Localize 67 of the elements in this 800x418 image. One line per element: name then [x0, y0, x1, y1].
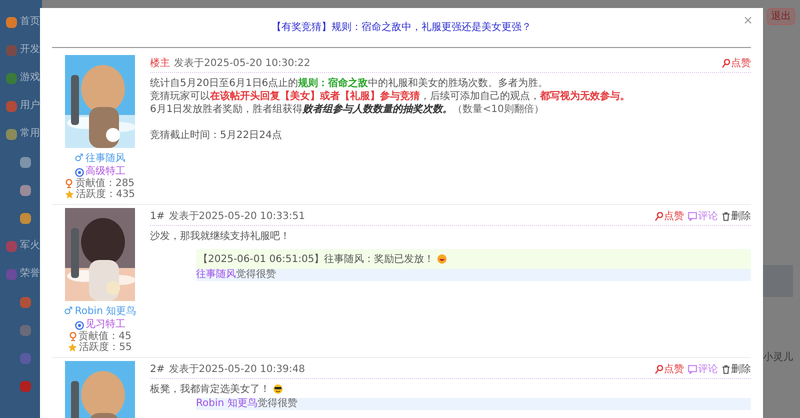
menu-item[interactable]: 游戏 [20, 73, 40, 83]
contribution-stat: 贡献值：45 [78, 331, 132, 342]
menu-icon[interactable] [6, 44, 17, 56]
like-button[interactable]: 点赞 [655, 212, 684, 222]
delete-button[interactable]: 删除 [722, 364, 751, 374]
menu-item[interactable]: 军火 [20, 241, 40, 251]
menu-item[interactable]: 首页 [20, 17, 40, 27]
comment-icon [688, 212, 697, 221]
menu-icon[interactable] [6, 240, 17, 252]
post-text: 板凳，我都肯定选美女了！ [150, 384, 283, 395]
post-date: 发表于2025-05-20 10:30:22 [174, 56, 310, 71]
comment-icon [688, 365, 697, 374]
trash-icon [722, 212, 730, 221]
liked-by-text: Robin 知更鸟觉得很赞 [196, 399, 298, 409]
menu-icon[interactable] [6, 100, 17, 112]
menu-icon[interactable] [6, 128, 17, 140]
like-button[interactable]: 点赞 [655, 364, 684, 374]
user-name: 小灵儿 [763, 350, 793, 365]
menu-icon[interactable] [20, 156, 31, 168]
liked-by-text: 往事随风觉得很赞 [196, 270, 276, 280]
user-rank: 高级特工 [86, 166, 126, 178]
menu-icon[interactable] [20, 324, 31, 336]
user-name[interactable]: Robin 知更鸟 [74, 305, 136, 318]
dialog-title: 【有奖竞猜】规则：宿命之敌中，礼服更强还是美女更强？ [272, 20, 532, 35]
menu-icon[interactable] [20, 212, 31, 224]
close-button[interactable]: × [742, 14, 753, 26]
deadline-text: 竞猜截止时间：5月22日24点 [150, 129, 283, 142]
delete-button[interactable]: 删除 [722, 212, 751, 222]
user-rank: 见习特工 [86, 319, 126, 330]
post-text: 竞猜玩家可以在该帖开头回复【美女】或者【礼服】参与竞猜，后续可添加自己的观点，都写视为无效参与。 [150, 91, 630, 102]
menu-item[interactable]: 开发 [20, 45, 40, 55]
menu-icon[interactable] [20, 184, 31, 196]
menu-icon[interactable] [20, 380, 31, 392]
background-panel [763, 265, 793, 297]
star-icon [64, 190, 74, 199]
menu-icon[interactable] [6, 268, 17, 280]
menu-item[interactable]: 荣誉 [20, 269, 40, 279]
floor-label: 楼主 [150, 56, 170, 71]
like-button[interactable]: 点赞 [722, 58, 751, 68]
menu-icon[interactable] [6, 72, 17, 84]
menu-icon[interactable] [20, 296, 31, 308]
star-icon [68, 343, 78, 352]
post-date: 发表于2025-05-20 10:39:48 [168, 362, 305, 377]
trash-icon [722, 365, 730, 374]
activity-stat: 活跃度：55 [79, 342, 132, 353]
gender-symbol: ♂ [64, 305, 73, 318]
menu-icon[interactable] [6, 16, 17, 28]
comment-button[interactable]: 评论 [688, 212, 718, 222]
gender-symbol: ♂ [74, 152, 84, 165]
floor-label: 1# [150, 210, 165, 224]
post-date: 发表于2025-05-20 10:33:51 [168, 210, 305, 224]
contribution-stat: 贡献值：285 [75, 178, 135, 189]
emoji-icon [273, 384, 283, 394]
post-text: 统计自5月20日至6月1日6点止的规则：宿命之敌中的礼服和美女的胜场次数。多者为胜。 [150, 78, 548, 89]
comment-button[interactable]: 评论 [688, 364, 718, 374]
user-name[interactable]: 往事随风 [85, 152, 126, 165]
post-text: 6月1日发放胜者奖励，胜者组获得败者组参与人数数量的抽奖次数。（数量<10则翻倍） [150, 104, 544, 115]
menu-item[interactable]: 常用 [20, 129, 40, 139]
floor-label: 2# [150, 363, 165, 377]
badge-icon [74, 168, 84, 176]
menu-icon[interactable] [20, 352, 31, 364]
badge-icon [74, 320, 84, 330]
logout-button[interactable]: 退出 [767, 8, 795, 25]
comment-box: 【2025-06-01 06:51:05】往事随风：奖励已发放！ [196, 249, 751, 269]
activity-stat: 活跃度：435 [76, 189, 136, 200]
menu-item[interactable]: 用户 [20, 101, 40, 111]
post-text: 沙发，那我就继续支持礼服吧！ [150, 231, 290, 242]
